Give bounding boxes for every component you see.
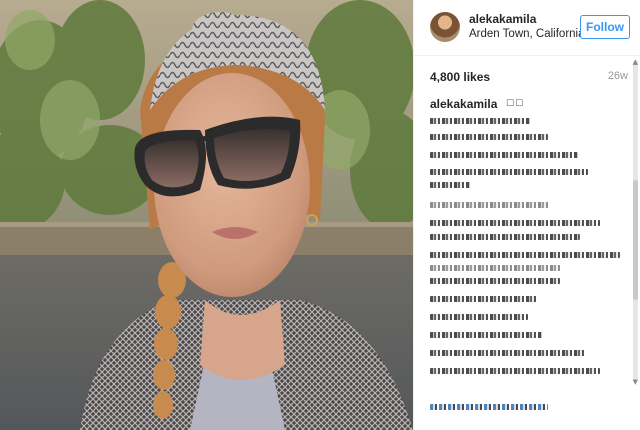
obscured-line xyxy=(430,278,560,284)
obscured-hashtag-line[interactable] xyxy=(430,404,548,410)
caption-emoji: ☐☐ xyxy=(506,99,525,109)
post-photo[interactable] xyxy=(0,0,413,430)
obscured-line xyxy=(430,296,538,302)
obscured-line xyxy=(430,152,578,158)
scroll-up-arrow-icon[interactable]: ▲ xyxy=(633,58,638,66)
obscured-line xyxy=(430,220,600,226)
post-header: alekakamila Arden Town, California Follo… xyxy=(414,0,640,56)
obscured-line xyxy=(430,169,588,175)
obscured-line xyxy=(430,314,528,320)
caption-username[interactable]: alekakamila xyxy=(430,97,497,111)
obscured-line xyxy=(430,134,548,140)
obscured-line xyxy=(430,265,562,271)
username-link[interactable]: alekakamila xyxy=(469,12,536,26)
obscured-line xyxy=(430,252,620,258)
post-sidebar: alekakamila Arden Town, California Follo… xyxy=(413,0,640,430)
obscured-line xyxy=(430,350,585,356)
post-time[interactable]: 26w xyxy=(608,70,628,82)
caption-text-obscured xyxy=(430,112,630,422)
scroll-down-arrow-icon[interactable]: ▼ xyxy=(633,378,638,386)
obscured-line xyxy=(430,182,470,188)
follow-button[interactable]: Follow xyxy=(580,15,630,39)
likes-count[interactable]: 4,800 likes xyxy=(430,70,490,84)
obscured-line xyxy=(430,368,600,374)
scrollbar-thumb[interactable] xyxy=(633,180,638,300)
comments-scrollbar[interactable] xyxy=(633,60,638,380)
obscured-line xyxy=(430,118,530,124)
avatar[interactable] xyxy=(430,12,460,42)
obscured-line xyxy=(430,202,550,208)
obscured-line xyxy=(430,332,542,338)
obscured-line xyxy=(430,234,580,240)
selfie-image xyxy=(0,0,413,430)
location-link[interactable]: Arden Town, California xyxy=(469,28,587,40)
